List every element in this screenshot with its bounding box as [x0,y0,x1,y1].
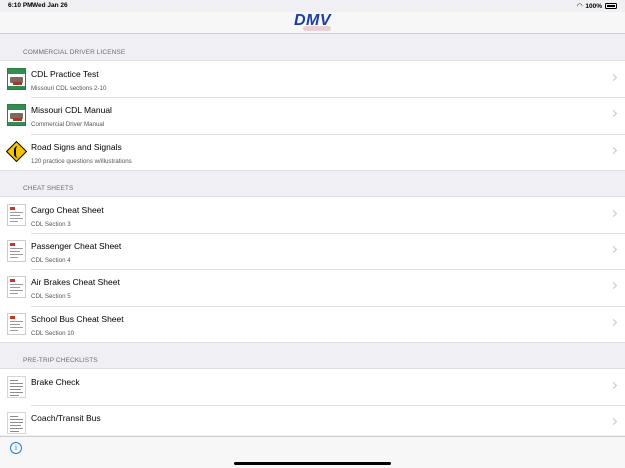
cheat-sheet-icon [7,203,26,226]
list-item-missouri-cdl-manual[interactable]: Missouri CDL Manual Commercial Driver Ma… [0,97,625,134]
section-header-cheat-sheets: CHEAT SHEETS [23,184,74,192]
bottom-toolbar: i [0,436,625,468]
item-subtitle: CDL Section 10 [31,329,75,337]
item-subtitle: CDL Section 3 [31,220,71,228]
checklist-document-icon [7,376,26,399]
section-group-cheat-sheets: Cargo Cheat Sheet CDL Section 3 Passenge… [0,195,625,344]
section-header-commercial-driver-license: COMMERCIAL DRIVER LICENSE [23,49,126,56]
chevron-right-icon [609,73,618,82]
status-time: 6:10 PM [8,2,33,9]
battery-percent: 100% [585,2,602,10]
battery-icon [605,3,617,9]
item-subtitle: CDL Section 4 [31,257,71,265]
item-subtitle: Missouri CDL sections 2-10 [31,85,107,92]
item-subtitle: 120 practice questions w/illustrations [31,157,132,165]
checklist-document-icon [7,412,26,435]
item-subtitle: CDL Section 5 [31,293,71,301]
item-title: Air Brakes Cheat Sheet [31,277,120,288]
chevron-right-icon [609,418,618,426]
list-item-passenger-cheat-sheet[interactable]: Passenger Cheat Sheet CDL Section 4 [0,233,625,270]
cheat-sheet-icon [7,276,26,299]
item-title: Brake Check [31,377,80,388]
chevron-right-icon [609,382,618,390]
wifi-icon: ◠ [576,3,583,10]
cheat-sheet-icon [7,312,26,335]
logo-text: DMV [293,12,332,29]
cheat-sheet-icon [7,240,26,263]
status-right: ◠ 100% [577,2,617,10]
section-header-pre-trip-checklists: PRE-TRIP CHECKLISTS [23,357,98,365]
list-item-brake-check[interactable]: Brake Check [0,369,625,406]
status-bar: 6:10 PM Wed Jan 26 ◠ 100% [0,0,625,12]
section-group-cdl: CDL Practice Test Missouri CDL sections … [0,60,625,171]
list-item-school-bus-cheat-sheet[interactable]: School Bus Cheat Sheet CDL Section 10 [0,305,625,343]
chevron-right-icon [609,246,618,254]
item-title: Cargo Cheat Sheet [31,204,104,215]
chevron-right-icon [609,146,618,154]
chevron-right-icon [609,282,618,290]
status-date: Wed Jan 26 [32,2,68,9]
cdl-book-icon [7,104,26,127]
item-title: Coach/Transit Bus [31,413,101,424]
item-subtitle: Commercial Driver Manual [31,121,105,129]
section-group-checklists: Brake Check Coach/Transit Bus [0,368,625,435]
list-item-cargo-cheat-sheet[interactable]: Cargo Cheat Sheet CDL Section 3 [0,196,625,234]
chevron-right-icon [609,318,618,326]
info-icon[interactable]: i [10,442,22,454]
item-title: School Bus Cheat Sheet [31,313,124,324]
list-item-road-signs-and-signals[interactable]: Road Signs and Signals 120 practice ques… [0,133,625,170]
list-item-cdl-practice-test[interactable]: CDL Practice Test Missouri CDL sections … [0,61,625,98]
chevron-right-icon [609,209,618,217]
item-title: Passenger Cheat Sheet [31,241,122,252]
content-list[interactable]: COMMERCIAL DRIVER LICENSE CDL Practice T… [0,35,625,435]
dmv-logo: DMV [291,12,335,32]
item-title: Road Signs and Signals [31,141,122,152]
item-title: Missouri CDL Manual [31,105,112,116]
item-title: CDL Practice Test [31,69,99,79]
navigation-bar: DMV [0,12,625,34]
list-item-coach-transit-bus[interactable]: Coach/Transit Bus [0,405,625,435]
winding-road-sign-icon [5,140,28,163]
list-item-air-brakes-cheat-sheet[interactable]: Air Brakes Cheat Sheet CDL Section 5 [0,269,625,306]
home-indicator[interactable] [234,462,391,465]
chevron-right-icon [609,110,618,118]
cdl-book-icon [7,68,26,90]
